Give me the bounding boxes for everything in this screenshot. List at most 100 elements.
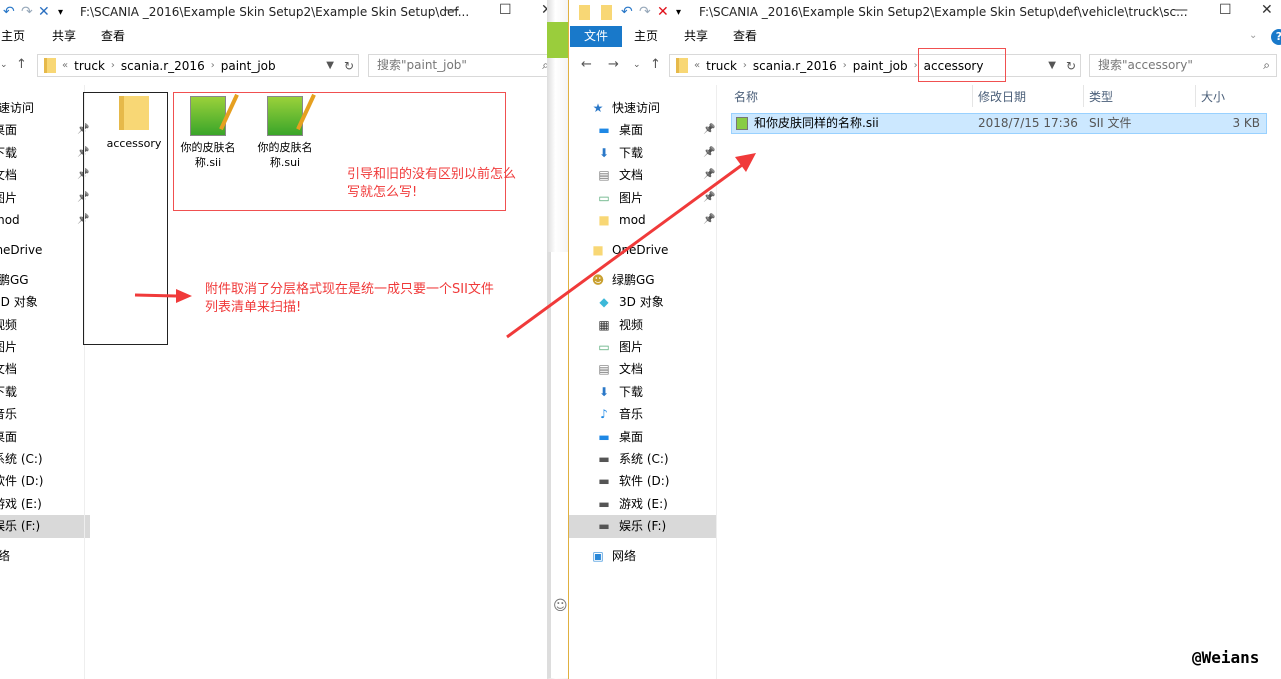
- delete-icon[interactable]: ✕: [657, 4, 669, 20]
- sidebar-item[interactable]: ⬇下载: [0, 381, 90, 403]
- sidebar-item[interactable]: ▬桌面: [0, 426, 90, 448]
- sidebar-item[interactable]: ▦视频: [0, 314, 90, 336]
- sidebar-item[interactable]: ▬系统 (C:): [569, 448, 716, 470]
- sidebar-item[interactable]: ◆3D 对象: [569, 291, 716, 313]
- sidebar-item[interactable]: ⬇下载📌: [0, 142, 90, 164]
- sidebar-item[interactable]: ▣网络: [0, 545, 90, 567]
- sidebar-item[interactable]: ☻绿鹏GG: [569, 269, 716, 291]
- help-icon[interactable]: ?: [1271, 29, 1281, 45]
- sidebar-item[interactable]: ▤文档📌: [569, 164, 716, 186]
- pin-icon[interactable]: 📌: [703, 142, 715, 164]
- sidebar-item[interactable]: ⬇下载: [569, 381, 716, 403]
- pane-divider[interactable]: [716, 85, 717, 679]
- file-name: 和你皮肤同样的名称.sii: [754, 116, 879, 130]
- chevron-down-icon[interactable]: ▼: [326, 60, 334, 71]
- back-button[interactable]: ←: [581, 57, 592, 72]
- recent-locations-icon[interactable]: ⌄: [633, 60, 641, 70]
- sidebar-item[interactable]: ▤文档: [0, 358, 90, 380]
- column-size[interactable]: 大小: [1201, 88, 1225, 106]
- sidebar-item[interactable]: ▣网络: [569, 545, 716, 567]
- sidebar-item[interactable]: ♪音乐: [0, 403, 90, 425]
- refresh-icon[interactable]: ↻: [344, 59, 354, 73]
- properties-icon[interactable]: [601, 5, 612, 20]
- undo-icon[interactable]: ↶: [3, 4, 15, 20]
- forward-button[interactable]: →: [608, 57, 619, 72]
- sidebar-item[interactable]: ▬游戏 (E:): [0, 493, 90, 515]
- up-icon[interactable]: ↑: [16, 57, 27, 72]
- sidebar-item[interactable]: ▦视频: [569, 314, 716, 336]
- sidebar-item[interactable]: ▭图片📌: [569, 187, 716, 209]
- customize-toolbar-icon[interactable]: ▾: [58, 7, 63, 18]
- breadcrumb-scania[interactable]: scania.r_2016: [753, 59, 837, 73]
- pin-icon[interactable]: 📌: [703, 187, 715, 209]
- tab-view[interactable]: 查看: [723, 26, 767, 47]
- recent-locations-icon[interactable]: ⌄: [0, 60, 8, 70]
- address-bar[interactable]: « truck › scania.r_2016 › paint_job ▼ ↻: [37, 54, 359, 77]
- sidebar-item[interactable]: ☻绿鹏GG: [0, 269, 90, 291]
- breadcrumb-scania[interactable]: scania.r_2016: [121, 59, 205, 73]
- sidebar-item[interactable]: ⬇下载📌: [569, 142, 716, 164]
- file-row[interactable]: 和你皮肤同样的名称.sii 2018/7/15 17:36 SII 文件 3 K…: [731, 113, 1267, 134]
- minimize-button[interactable]: —: [445, 2, 459, 18]
- address-bar[interactable]: « truck › scania.r_2016 › paint_job › acces…: [669, 54, 1081, 77]
- customize-toolbar-icon[interactable]: ▾: [676, 7, 681, 18]
- close-button[interactable]: ✕: [1261, 2, 1273, 18]
- tab-file[interactable]: 文件: [570, 26, 623, 47]
- delete-icon[interactable]: ✕: [38, 4, 50, 20]
- search-input[interactable]: 搜索"paint_job" ⌕: [368, 54, 548, 77]
- maximize-button[interactable]: ☐: [1219, 2, 1232, 18]
- column-name[interactable]: 名称: [734, 88, 758, 106]
- sidebar-item[interactable]: ▬娱乐 (F:): [569, 515, 716, 538]
- column-date[interactable]: 修改日期: [978, 88, 1026, 106]
- sidebar-item[interactable]: ■mod📌: [569, 209, 716, 231]
- redo-icon[interactable]: ↷: [639, 4, 651, 20]
- sidebar-item[interactable]: ▬桌面📌: [0, 119, 90, 141]
- sidebar-item[interactable]: ▬娱乐 (F:): [0, 515, 90, 538]
- column-type[interactable]: 类型: [1089, 88, 1113, 106]
- sidebar-item[interactable]: ▭图片: [0, 336, 90, 358]
- sidebar-item[interactable]: ★快速访问: [569, 97, 716, 119]
- sidebar-item[interactable]: ■OneDrive: [0, 239, 90, 261]
- sidebar-item[interactable]: ▭图片: [569, 336, 716, 358]
- sidebar-item[interactable]: ■mod📌: [0, 209, 90, 231]
- pin-icon[interactable]: 📌: [703, 209, 715, 231]
- undo-icon[interactable]: ↶: [621, 4, 633, 20]
- tab-view[interactable]: 查看: [91, 26, 135, 47]
- sidebar-item[interactable]: ▬系统 (C:): [0, 448, 90, 470]
- pin-icon[interactable]: 📌: [703, 164, 715, 186]
- refresh-icon[interactable]: ↻: [1066, 59, 1076, 73]
- sidebar-item[interactable]: ▬软件 (D:): [569, 470, 716, 492]
- sidebar-item[interactable]: ▭图片📌: [0, 187, 90, 209]
- emoji-icon[interactable]: ☺: [553, 598, 568, 614]
- maximize-button[interactable]: ☐: [499, 2, 512, 18]
- redo-icon[interactable]: ↷: [21, 4, 33, 20]
- sidebar-item[interactable]: ▤文档: [569, 358, 716, 380]
- folder-icon: ■: [592, 242, 604, 257]
- sidebar-item[interactable]: ★快速访问: [0, 97, 90, 119]
- minimize-button[interactable]: —: [1174, 2, 1188, 18]
- breadcrumb-paint-job[interactable]: paint_job: [853, 59, 908, 73]
- chevron-down-icon[interactable]: ▼: [1048, 60, 1056, 71]
- breadcrumb-truck[interactable]: truck: [706, 59, 737, 73]
- sidebar-item[interactable]: ◆3D 对象: [0, 291, 90, 313]
- sidebar-item-label: 桌面: [0, 429, 18, 444]
- sidebar-item[interactable]: ▬桌面📌: [569, 119, 716, 141]
- sidebar-item[interactable]: ■OneDrive: [569, 239, 716, 261]
- up-icon[interactable]: ↑: [650, 57, 661, 72]
- search-input[interactable]: 搜索"accessory" ⌕: [1089, 54, 1277, 77]
- tab-home[interactable]: 主页: [624, 26, 668, 47]
- sidebar-item[interactable]: ▤文档📌: [0, 164, 90, 186]
- sidebar-item-label: 软件 (D:): [619, 474, 670, 489]
- breadcrumb-truck[interactable]: truck: [74, 59, 105, 73]
- expand-ribbon-icon[interactable]: ⌄: [1249, 30, 1257, 41]
- sidebar-item[interactable]: ▬游戏 (E:): [569, 493, 716, 515]
- tab-share[interactable]: 共享: [42, 26, 86, 47]
- pin-icon[interactable]: 📌: [703, 119, 715, 141]
- tab-home[interactable]: 主页: [0, 26, 35, 47]
- sidebar-item[interactable]: ▬软件 (D:): [0, 470, 90, 492]
- sidebar-item[interactable]: ♪音乐: [569, 403, 716, 425]
- annotation-note-1: 引导和旧的没有区别以前怎么 写就怎么写!: [347, 167, 517, 200]
- tab-share[interactable]: 共享: [674, 26, 718, 47]
- breadcrumb-paint-job[interactable]: paint_job: [221, 59, 276, 73]
- sidebar-item[interactable]: ▬桌面: [569, 426, 716, 448]
